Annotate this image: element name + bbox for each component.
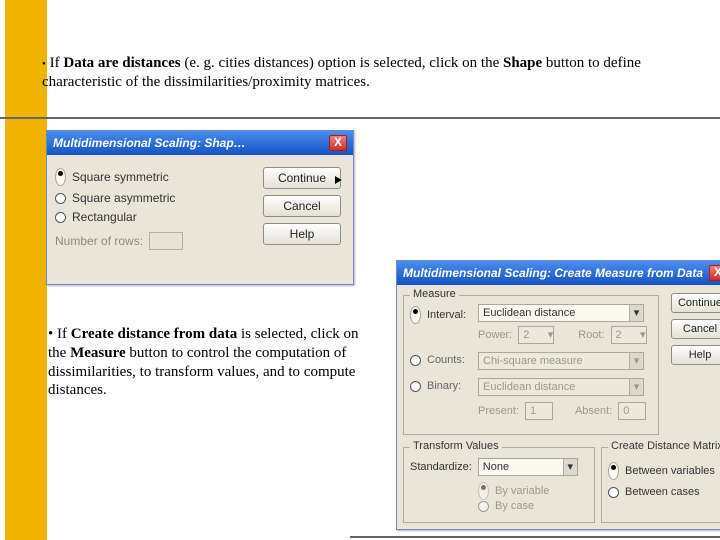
select-value: None (483, 459, 509, 475)
t: If (50, 55, 64, 71)
t: Data are distances (63, 55, 180, 71)
radio-label: Rectangular (72, 210, 137, 224)
radio-between-variables[interactable]: Between variables (608, 462, 715, 480)
radio-square-symmetric[interactable]: Square symmetric (55, 168, 255, 186)
radio-label: By variable (495, 485, 549, 497)
shape-dialog: Multidimensional Scaling: Shap… X Square… (46, 130, 354, 285)
present-field: 1 (525, 402, 553, 420)
radio-interval[interactable]: Interval: (410, 306, 466, 324)
close-icon[interactable]: X (329, 135, 347, 151)
radio-by-variable: By variable (478, 482, 549, 500)
slide-accent-stripe (5, 0, 47, 540)
present-label: Present: (478, 405, 519, 417)
radio-icon (55, 193, 66, 204)
radio-icon (478, 501, 489, 512)
standardize-select[interactable]: None ▾ (478, 458, 578, 476)
select-value: Chi-square measure (483, 353, 583, 369)
radio-icon (608, 462, 619, 480)
select-value: Euclidean distance (483, 305, 575, 321)
t: If (57, 326, 71, 342)
radio-label: Between variables (625, 465, 715, 477)
shape-dialog-title: Multidimensional Scaling: Shap… (53, 136, 246, 150)
radio-icon (608, 487, 619, 498)
radio-counts[interactable]: Counts: (410, 354, 465, 366)
create-distance-matrix-groupbox: Create Distance Matrix Between variables… (601, 447, 720, 523)
radio-binary[interactable]: Binary: (410, 380, 461, 392)
bullet-1-text: • If Data are distances (e. g. cities di… (42, 54, 652, 92)
select-value: Euclidean distance (483, 379, 575, 395)
radio-label: Binary: (427, 380, 461, 392)
divider (350, 536, 720, 538)
radio-by-case: By case (478, 500, 534, 512)
continue-button[interactable]: Continue (671, 293, 720, 313)
root-field: 2▾ (611, 326, 647, 344)
radio-icon (55, 212, 66, 223)
divider (0, 117, 720, 119)
t: (e. g. cities distances) option is selec… (181, 55, 503, 71)
absent-field: 0 (618, 402, 646, 420)
radio-square-asymmetric[interactable]: Square asymmetric (55, 191, 255, 205)
groupbox-label: Transform Values (410, 440, 502, 452)
interval-select[interactable]: Euclidean distance ▾ (478, 304, 644, 322)
radio-label: Counts: (427, 354, 465, 366)
radio-label: By case (495, 500, 534, 512)
measure-groupbox: Measure Interval: Euclidean distance ▾ P… (403, 295, 659, 435)
bullet-2-text: • If Create distance from data is select… (48, 325, 368, 400)
chevron-down-icon: ▾ (548, 327, 554, 343)
continue-button[interactable]: Continue (263, 167, 341, 189)
cancel-button[interactable]: Cancel (263, 195, 341, 217)
groupbox-label: Measure (410, 288, 459, 300)
transform-groupbox: Transform Values Standardize: None ▾ By … (403, 447, 595, 523)
radio-between-cases[interactable]: Between cases (608, 486, 700, 498)
radio-label: Between cases (625, 486, 700, 498)
power-label: Power: (478, 329, 512, 341)
power-field: 2▾ (518, 326, 554, 344)
radio-label: Interval: (427, 309, 466, 321)
help-button[interactable]: Help (263, 223, 341, 245)
measure-dialog: Multidimensional Scaling: Create Measure… (396, 260, 720, 530)
close-icon[interactable]: X (709, 265, 720, 281)
help-button[interactable]: Help (671, 345, 720, 365)
measure-dialog-titlebar[interactable]: Multidimensional Scaling: Create Measure… (397, 261, 720, 285)
radio-icon (478, 482, 489, 500)
root-label: Root: (578, 329, 604, 341)
number-of-rows-label: Number of rows: (55, 234, 143, 248)
t: Measure (70, 345, 126, 361)
measure-dialog-title: Multidimensional Scaling: Create Measure… (403, 266, 703, 280)
shape-dialog-titlebar[interactable]: Multidimensional Scaling: Shap… X (47, 131, 353, 155)
chevron-down-icon: ▾ (629, 379, 643, 395)
radio-label: Square symmetric (72, 170, 169, 184)
groupbox-label: Create Distance Matrix (608, 440, 720, 452)
t: Create distance from data (71, 326, 238, 342)
number-of-rows-input (149, 232, 183, 250)
radio-rectangular[interactable]: Rectangular (55, 210, 255, 224)
radio-icon (410, 306, 421, 324)
radio-icon (410, 355, 421, 366)
cancel-button[interactable]: Cancel (671, 319, 720, 339)
number-of-rows-row: Number of rows: (55, 232, 255, 250)
radio-icon (55, 168, 66, 186)
chevron-down-icon: ▾ (640, 327, 646, 343)
chevron-down-icon: ▾ (563, 459, 577, 475)
chevron-down-icon: ▾ (629, 305, 643, 321)
chevron-down-icon: ▾ (629, 353, 643, 369)
t: Shape (503, 55, 542, 71)
binary-select: Euclidean distance ▾ (478, 378, 644, 396)
counts-select: Chi-square measure ▾ (478, 352, 644, 370)
radio-icon (410, 381, 421, 392)
standardize-label: Standardize: (410, 461, 472, 473)
absent-label: Absent: (575, 405, 612, 417)
radio-label: Square asymmetric (72, 191, 175, 205)
